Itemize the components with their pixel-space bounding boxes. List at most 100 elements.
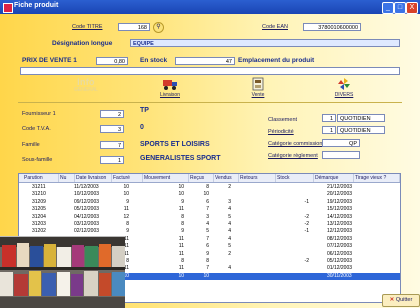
en-stock-label: En stock	[140, 57, 168, 64]
table-cell: 7	[206, 265, 209, 272]
table-cell: 01/12/2003	[327, 265, 353, 272]
table-row[interactable]: 31210 10/12/2003 10 10 10 20/12/2003	[19, 191, 400, 198]
emplacement-input[interactable]	[20, 67, 400, 75]
table-cell: 03/12/2003	[74, 221, 100, 227]
famille-label: Famille	[22, 142, 40, 148]
column-header[interactable]: Facturé	[112, 174, 143, 182]
table-cell: 4	[206, 221, 209, 227]
column-header[interactable]: Vendus	[214, 174, 239, 182]
table-row[interactable]: 31204 04/12/2003 12 8 3 5 -2 14/12/2003	[19, 214, 400, 221]
vente-button[interactable]: Vente	[238, 77, 278, 98]
table-cell: 11	[123, 206, 129, 213]
designation-label: Désignation longue	[52, 40, 113, 47]
table-cell: 11	[178, 265, 184, 272]
table-cell: 31202	[32, 228, 46, 235]
designation-input[interactable]: EQUIPE	[130, 39, 400, 47]
table-cell: 4	[228, 265, 231, 272]
table-cell: 10	[178, 184, 184, 190]
close-button[interactable]: X	[406, 2, 418, 14]
sous-famille-input[interactable]: 1	[100, 156, 124, 164]
column-header[interactable]: Parution	[23, 174, 59, 182]
table-cell: -2	[304, 221, 309, 227]
table-cell: 8	[206, 184, 209, 190]
column-header[interactable]: Démarque	[314, 174, 354, 182]
table-cell: 10	[203, 272, 209, 279]
livraison-button[interactable]: Livraison	[150, 77, 190, 98]
code-titre-input[interactable]: 168	[118, 23, 150, 31]
table-cell: 20/12/2003	[327, 191, 353, 198]
periodicite-num[interactable]: 1	[322, 126, 336, 134]
column-header[interactable]: Retours	[239, 174, 276, 182]
table-cell: 11	[178, 250, 184, 257]
table-cell: -2	[304, 213, 309, 220]
table-cell: 3	[228, 198, 231, 205]
divider	[18, 102, 402, 103]
table-cell: 09/12/2003	[74, 198, 100, 205]
table-cell: 08/12/2003	[327, 235, 353, 242]
column-header[interactable]: Nu	[59, 174, 75, 182]
table-row[interactable]: 31202 02/12/2003 9 9 5 4 -1 12/12/2003	[19, 228, 400, 235]
fournisseur-name: TP	[140, 107, 149, 114]
table-row[interactable]: 31209 09/12/2003 9 9 6 3 -1 19/12/2003	[19, 199, 400, 206]
table-cell: 9	[181, 228, 184, 235]
divers-label: DIVERS	[334, 92, 354, 98]
table-cell: 3	[206, 213, 209, 220]
famille-input[interactable]: 7	[100, 141, 124, 149]
prix-vente-input[interactable]: 0,80	[96, 57, 128, 65]
sous-famille-name: GENERALISTES SPORT	[140, 155, 221, 162]
table-cell: 10	[178, 191, 184, 198]
table-cell: -1	[304, 228, 309, 235]
table-cell: 30/11/2003	[327, 272, 352, 279]
minimize-button[interactable]: _	[382, 2, 394, 14]
pinwheel-icon	[336, 77, 352, 91]
table-cell: 31205	[32, 206, 46, 213]
column-header[interactable]: Tirage vieux ?	[354, 174, 400, 182]
title-bar: Fiche produit _ □ X	[0, 0, 420, 14]
column-header[interactable]: Stock	[276, 174, 314, 182]
general-label: GÉNÉRAL	[74, 87, 98, 93]
table-cell: 06/12/2003	[327, 250, 353, 257]
table-cell: 10	[178, 272, 184, 279]
code-ean-label: Code EAN	[262, 24, 288, 30]
quit-button[interactable]: ✕ Quitter	[382, 294, 420, 307]
reglement-input[interactable]	[322, 151, 360, 159]
table-cell: 9	[181, 198, 184, 205]
table-cell: 4	[228, 206, 231, 213]
table-cell: 4	[228, 221, 231, 227]
register-icon	[250, 77, 266, 91]
table-row[interactable]: 31205 05/12/2003 11 11 7 4 15/12/2003	[19, 206, 400, 213]
table-cell: 15/12/2003	[327, 206, 353, 213]
column-header[interactable]: Mouvement	[143, 174, 189, 182]
code-titre-label: Code TITRE	[72, 24, 103, 30]
column-header[interactable]: Date livraison	[75, 174, 112, 182]
table-cell: 10	[203, 191, 209, 198]
table-cell: 05/12/2003	[327, 258, 353, 264]
divers-button[interactable]: DIVERS	[324, 77, 364, 98]
search-icon[interactable]: ⚲	[153, 22, 164, 33]
table-row[interactable]: 31203 03/12/2003 8 8 4 4 -2 13/12/2003	[19, 221, 400, 228]
table-cell: -2	[304, 258, 309, 264]
column-header[interactable]: Reçus	[189, 174, 214, 182]
periodicite-label: Périodicité	[268, 129, 294, 135]
table-row[interactable]: 31211 11/12/2003 10 10 8 2 21/12/2003	[19, 184, 400, 191]
table-cell: 14/12/2003	[327, 213, 353, 220]
info-general-button[interactable]: Info GÉNÉRAL	[64, 77, 108, 93]
tva-label: Code T.V.A.	[22, 126, 51, 132]
fournisseur-input[interactable]: 2	[100, 110, 124, 118]
classement-num[interactable]: 1	[322, 114, 336, 122]
commission-input[interactable]: QP	[322, 139, 360, 147]
table-cell: 05/12/2003	[74, 206, 100, 213]
tva-name: 0	[140, 124, 144, 131]
table-cell: 5	[206, 228, 209, 235]
table-header: Parution Nu Date livraison Facturé Mouvement…	[19, 174, 400, 183]
tva-input[interactable]: 3	[100, 125, 124, 133]
code-ean-input[interactable]: 3780010600000	[303, 23, 361, 31]
table-cell: 19/12/2003	[327, 198, 353, 205]
periodicite-value: QUOTIDIEN	[337, 126, 385, 134]
table-cell: 6	[206, 198, 209, 205]
classement-label: Classement	[268, 117, 298, 123]
maximize-button[interactable]: □	[394, 2, 406, 14]
window-title: Fiche produit	[14, 2, 59, 9]
table-cell: 12	[123, 213, 129, 220]
table-cell: 07/12/2003	[327, 243, 353, 250]
